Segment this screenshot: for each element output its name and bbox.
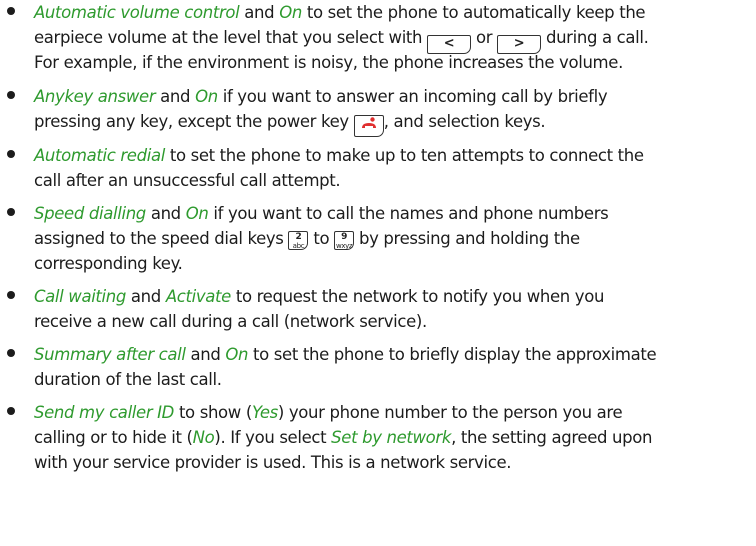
text: and (155, 87, 196, 106)
option-value: On (279, 3, 302, 22)
text: ). If you select (214, 428, 332, 447)
manual-page: Automatic volume control and On to set t… (0, 0, 756, 546)
option-name: Automatic volume control (34, 3, 240, 22)
option-value: On (185, 204, 209, 223)
option-name: Send my caller ID (34, 403, 175, 422)
text-line: Call waiting and Activate to request the… (34, 284, 756, 309)
option-name: Call waiting (34, 287, 127, 306)
list-item-automatic-redial: Automatic redial to set the phone to mak… (7, 143, 756, 193)
text-line: receive a new call during a call (networ… (34, 312, 427, 331)
text-line: corresponding key. (34, 254, 183, 273)
text: if you want to call the names and phone … (208, 204, 609, 223)
option-value: No (192, 428, 215, 447)
text: during a call. (541, 28, 649, 47)
option-name: Speed dialling (34, 204, 146, 223)
text-line: Automatic redial to set the phone to mak… (34, 143, 756, 168)
bullet (7, 407, 15, 415)
key-digit: 9 (341, 232, 348, 242)
text-line: For example, if the environment is noisy… (34, 53, 623, 72)
key-9-icon: 9 wxyz (334, 231, 355, 250)
text: to show ( (174, 403, 252, 422)
bullet (7, 150, 15, 158)
text: to (308, 229, 335, 248)
text: to set the phone to briefly display the … (248, 345, 657, 364)
text: earpiece volume at the level that you se… (34, 28, 423, 47)
text-line: pressing any key, except the power key ,… (34, 109, 756, 137)
option-name: Automatic redial (34, 146, 165, 165)
text: to request the network to notify you whe… (230, 287, 605, 306)
list-item-send-my-caller-id: Send my caller ID to show (Yes) your pho… (7, 400, 756, 475)
option-value: Set by network (331, 428, 452, 447)
key-letters: wxyz (335, 242, 353, 250)
text-line: duration of the last call. (34, 370, 222, 389)
bullet (7, 7, 15, 15)
text: ) your phone number to the person you ar… (277, 403, 623, 422)
option-value: Activate (165, 287, 231, 306)
text-line: Summary after call and On to set the pho… (34, 342, 756, 367)
bullet (7, 91, 15, 99)
key-letters: abc (292, 242, 305, 250)
bullet (7, 349, 15, 357)
list-item-speed-dialling: Speed dialling and On if you want to cal… (7, 201, 756, 276)
option-value: On (195, 87, 218, 106)
text: and (185, 345, 226, 364)
text: if you want to answer an incoming call b… (217, 87, 608, 106)
text-line: assigned to the speed dial keys 2 abc to … (34, 226, 756, 251)
option-name: Summary after call (34, 345, 186, 364)
list-item-call-waiting: Call waiting and Activate to request the… (7, 284, 756, 334)
key-2-icon: 2 abc (288, 231, 309, 250)
text-line: Automatic volume control and On to set t… (34, 0, 756, 25)
text-line: Anykey answer and On if you want to answ… (34, 84, 756, 109)
list-item-anykey-answer: Anykey answer and On if you want to answ… (7, 84, 756, 137)
text: , and selection keys. (383, 112, 546, 131)
key-digit: 2 (295, 232, 302, 242)
text-line: Speed dialling and On if you want to cal… (34, 201, 756, 226)
option-value: Yes (251, 403, 278, 422)
text-line: Send my caller ID to show (Yes) your pho… (34, 400, 756, 425)
text: assigned to the speed dial keys (34, 229, 284, 248)
text: by pressing and holding the (354, 229, 580, 248)
option-value: On (225, 345, 249, 364)
text: pressing any key, except the power key (34, 112, 354, 131)
bullet (7, 291, 15, 299)
text-line: calling or to hide it (No). If you selec… (34, 425, 756, 450)
text-line: earpiece volume at the level that you se… (34, 25, 756, 54)
text: and (126, 287, 166, 306)
option-name: Anykey answer (34, 87, 156, 106)
power-key-icon (353, 115, 384, 137)
text: or (471, 28, 498, 47)
bullet (7, 208, 15, 216)
text: calling or to hide it ( (34, 428, 193, 447)
text-line: call after an unsuccessful call attempt. (34, 171, 341, 190)
text: to set the phone to automatically keep t… (301, 3, 646, 22)
list-item-automatic-volume-control: Automatic volume control and On to set t… (7, 0, 756, 75)
text: , the setting agreed upon (451, 428, 653, 447)
list-item-summary-after-call: Summary after call and On to set the pho… (7, 342, 756, 392)
text: to set the phone to make up to ten attem… (164, 146, 644, 165)
text: and (145, 204, 186, 223)
text-line: with your service provider is used. This… (34, 453, 512, 472)
text: and (239, 3, 280, 22)
